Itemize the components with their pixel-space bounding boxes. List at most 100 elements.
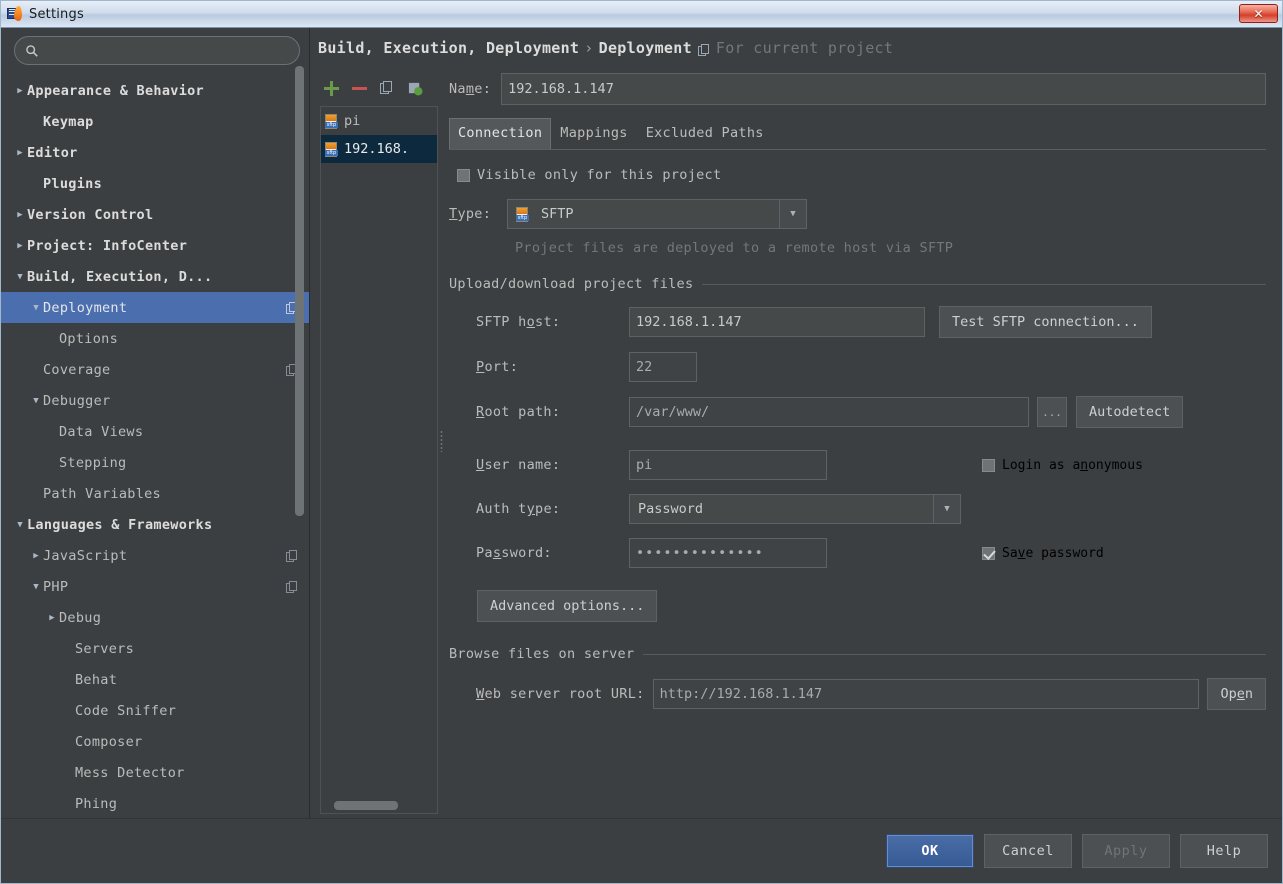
sidebar-item-debugger[interactable]: ▼ Debugger [1, 385, 309, 416]
password-input[interactable] [629, 538, 827, 568]
panel-splitter[interactable] [438, 68, 445, 814]
settings-detail-panel: Build, Execution, Deployment › Deploymen… [310, 28, 1282, 818]
tree-arrow-icon[interactable]: ▶ [13, 241, 27, 251]
sidebar-item-path-variables[interactable]: Path Variables [1, 478, 309, 509]
app-icon [7, 6, 23, 22]
sidebar-item-plugins[interactable]: Plugins [1, 168, 309, 199]
server-list[interactable]: sftp pi sftp 192.168. [320, 106, 438, 814]
save-password-checkbox[interactable] [982, 546, 995, 560]
sftp-icon: sftp [325, 141, 339, 157]
sidebar-item-javascript[interactable]: ▶ JavaScript [1, 540, 309, 571]
visible-only-row: Visible only for this project [457, 167, 1266, 183]
sidebar-item-label: Code Sniffer [75, 702, 177, 719]
tree-arrow-icon[interactable]: ▶ [29, 551, 43, 561]
sidebar-item-label: Deployment [43, 299, 128, 316]
auth-value: Password [638, 501, 704, 517]
anonymous-checkbox[interactable] [982, 458, 995, 472]
tree-arrow-icon[interactable]: ▶ [45, 613, 59, 623]
sidebar-item-php[interactable]: ▼ PHP [1, 571, 309, 602]
upload-group-label: Upload/download project files [449, 276, 694, 292]
tab-mappings[interactable]: Mappings [551, 118, 636, 149]
root-path-input[interactable] [629, 397, 1029, 427]
sidebar-item-data-views[interactable]: Data Views [1, 416, 309, 447]
name-input[interactable] [501, 73, 1266, 105]
sidebar-item-options[interactable]: Options [1, 323, 309, 354]
sidebar-item-phing[interactable]: Phing [1, 788, 309, 818]
tree-arrow-icon[interactable]: ▼ [29, 396, 43, 406]
sidebar-item-appearance-behavior[interactable]: ▶ Appearance & Behavior [1, 75, 309, 106]
chevron-down-icon-auth[interactable]: ▼ [933, 495, 960, 523]
tab-excluded-paths[interactable]: Excluded Paths [637, 118, 773, 149]
auth-row: Auth type: Password ▼ [449, 494, 1266, 524]
tree-arrow-icon[interactable]: ▶ [13, 148, 27, 158]
sidebar-item-composer[interactable]: Composer [1, 726, 309, 757]
tree-arrow-icon[interactable]: ▼ [29, 582, 43, 592]
sidebar-item-version-control[interactable]: ▶ Version Control [1, 199, 309, 230]
sidebar-item-behat[interactable]: Behat [1, 664, 309, 695]
breadcrumb-root[interactable]: Build, Execution, Deployment [318, 39, 579, 57]
tree-arrow-icon[interactable]: ▼ [29, 303, 43, 313]
add-server-button[interactable] [324, 80, 339, 96]
sidebar-item-editor[interactable]: ▶ Editor [1, 137, 309, 168]
visible-only-checkbox[interactable] [457, 168, 470, 182]
apply-button[interactable]: Apply [1082, 834, 1170, 868]
server-toolbar [320, 74, 438, 102]
set-default-server-button[interactable] [408, 81, 423, 96]
settings-tree[interactable]: ▶ Appearance & Behavior Keymap ▶ Editor Plugi… [1, 71, 309, 818]
deployment-content: sftppisftp192.168. Name: ConnectionMappi… [310, 68, 1282, 818]
connection-tabs[interactable]: Connection Mappings Excluded Paths [449, 118, 1266, 150]
cancel-button[interactable]: Cancel [984, 834, 1072, 868]
remove-server-button[interactable] [352, 81, 367, 96]
tree-arrow-icon[interactable]: ▶ [13, 210, 27, 220]
search-wrapper [1, 28, 309, 71]
server-list-item[interactable]: sftp 192.168. [321, 135, 437, 163]
search-box[interactable] [14, 36, 300, 65]
sidebar-item-label: Phing [75, 795, 118, 812]
host-input[interactable] [629, 307, 925, 337]
advanced-options-button[interactable]: Advanced options... [477, 590, 658, 622]
sftp-icon: sftp [325, 113, 339, 129]
sftp-icon: sftp [516, 206, 530, 222]
tree-arrow-icon[interactable]: ▼ [13, 272, 27, 282]
sidebar-scrollbar[interactable] [295, 64, 307, 816]
port-input[interactable] [629, 352, 697, 382]
type-row: Type: sftp SFTP ▼ [449, 199, 1266, 229]
chevron-down-icon[interactable]: ▼ [779, 200, 806, 228]
tab-connection[interactable]: Connection [449, 118, 552, 149]
sidebar-item-stepping[interactable]: Stepping [1, 447, 309, 478]
user-input[interactable] [629, 450, 827, 480]
sidebar-item-code-sniffer[interactable]: Code Sniffer [1, 695, 309, 726]
test-connection-button[interactable]: Test SFTP connection... [939, 306, 1152, 338]
port-row: Port: [449, 352, 1266, 382]
sidebar-item-servers[interactable]: Servers [1, 633, 309, 664]
sidebar-item-project-infocenter[interactable]: ▶ Project: InfoCenter [1, 230, 309, 261]
sidebar-item-debug[interactable]: ▶ Debug [1, 602, 309, 633]
sidebar-item-label: Servers [75, 640, 134, 657]
sidebar-item-label: Composer [75, 733, 143, 750]
autodetect-button[interactable]: Autodetect [1076, 396, 1184, 428]
close-button[interactable]: ✕ [1239, 4, 1278, 23]
sidebar-item-keymap[interactable]: Keymap [1, 106, 309, 137]
open-url-button[interactable]: Open [1207, 678, 1266, 710]
close-icon: ✕ [1253, 6, 1264, 21]
weburl-input[interactable] [652, 679, 1200, 709]
ok-button[interactable]: OK [886, 834, 974, 868]
sidebar-item-languages-frameworks[interactable]: ▼ Languages & Frameworks [1, 509, 309, 540]
help-button[interactable]: Help [1180, 834, 1268, 868]
sidebar-item-deployment[interactable]: ▼ Deployment [1, 292, 309, 323]
server-list-item[interactable]: sftp pi [321, 107, 437, 135]
browse-root-button[interactable]: ... [1037, 397, 1067, 427]
sidebar-item-build-execution-d[interactable]: ▼ Build, Execution, D... [1, 261, 309, 292]
tree-arrow-icon[interactable]: ▼ [13, 520, 27, 530]
server-list-hscrollbar[interactable] [325, 801, 433, 810]
sidebar-item-mess-detector[interactable]: Mess Detector [1, 757, 309, 788]
sidebar-scroll-thumb[interactable] [295, 66, 304, 516]
auth-type-combobox[interactable]: Password ▼ [629, 494, 961, 524]
sidebar-item-coverage[interactable]: Coverage [1, 354, 309, 385]
search-input[interactable] [45, 42, 289, 59]
visible-only-label: Visible only for this project [477, 167, 722, 183]
tree-arrow-icon[interactable]: ▶ [13, 86, 27, 96]
breadcrumb: Build, Execution, Deployment › Deploymen… [310, 28, 1282, 68]
copy-server-button[interactable] [380, 80, 395, 96]
type-combobox[interactable]: sftp SFTP ▼ [507, 199, 807, 229]
